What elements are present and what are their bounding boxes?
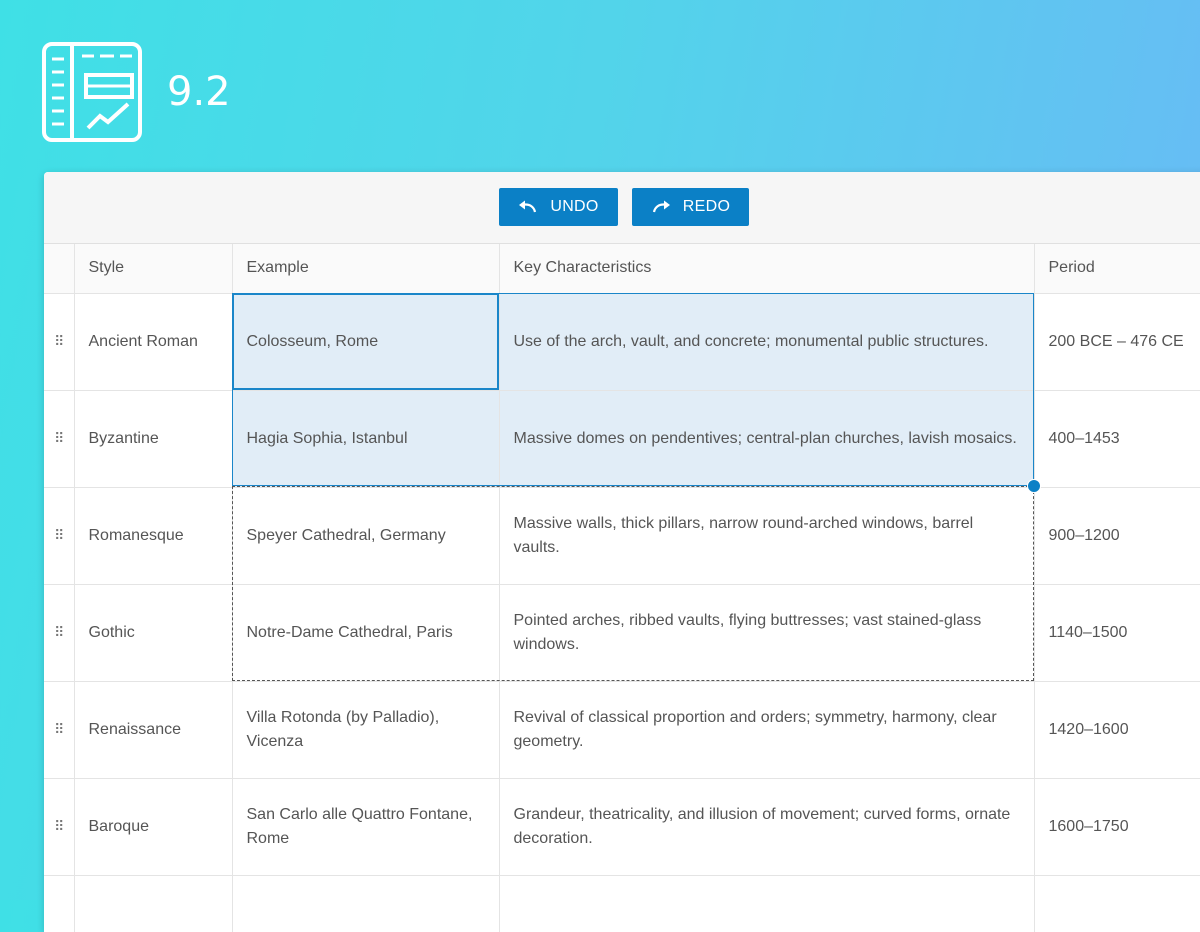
fill-handle[interactable] (1027, 479, 1041, 493)
cell-period[interactable]: 1600–1750 (1034, 778, 1200, 876)
drag-handle-icon: ⠿ (54, 429, 64, 446)
column-header-period[interactable]: Period (1034, 244, 1200, 294)
drag-header (44, 244, 75, 294)
spreadsheet-panel: UNDO REDO Style Example Key Characterist… (44, 172, 1200, 932)
cell-period[interactable]: 200 BCE – 476 CE (1034, 293, 1200, 391)
cell-period[interactable]: 1140–1500 (1034, 584, 1200, 682)
header-row: Style Example Key Characteristics Period (44, 244, 1200, 294)
cell-style[interactable]: Renaissance (74, 681, 233, 779)
cell-style[interactable]: Gothic (74, 584, 233, 682)
undo-button[interactable]: UNDO (499, 188, 618, 226)
cell-example[interactable]: Colosseum, Rome (232, 293, 500, 391)
cell-style[interactable]: Baroque (74, 778, 233, 876)
cell-characteristics[interactable]: Use of the arch, vault, and concrete; mo… (499, 293, 1035, 391)
cell-period[interactable]: 900–1200 (1034, 487, 1200, 585)
redo-icon (652, 200, 670, 213)
cell-characteristics[interactable]: Massive domes on pendentives; central-pl… (499, 390, 1035, 488)
redo-button[interactable]: REDO (632, 188, 749, 226)
cell-style[interactable] (74, 875, 233, 932)
cell-style[interactable]: Byzantine (74, 390, 233, 488)
cell-characteristics[interactable]: Pointed arches, ribbed vaults, flying bu… (499, 584, 1035, 682)
table-row: ⠿ Byzantine Hagia Sophia, Istanbul Massi… (44, 390, 1200, 488)
table-row: ⠿ Ancient Roman Colosseum, Rome Use of t… (44, 293, 1200, 391)
drag-handle-icon: ⠿ (54, 526, 64, 543)
cell-characteristics[interactable]: Grandeur, theatricality, and illusion of… (499, 778, 1035, 876)
undo-icon (519, 200, 537, 213)
cell-characteristics[interactable]: Massive walls, thick pillars, narrow rou… (499, 487, 1035, 585)
table-row (44, 875, 1200, 932)
row-drag-handle[interactable]: ⠿ (44, 778, 75, 876)
version-label: 9.2 (167, 69, 231, 115)
cell-example[interactable] (232, 875, 500, 932)
cell-style[interactable]: Romanesque (74, 487, 233, 585)
table-row: ⠿ Baroque San Carlo alle Quattro Fontane… (44, 778, 1200, 876)
cell-period[interactable]: 1420–1600 (1034, 681, 1200, 779)
spreadsheet-logo-icon (42, 42, 142, 142)
data-grid: Style Example Key Characteristics Period… (44, 244, 1200, 932)
row-drag-handle[interactable]: ⠿ (44, 293, 75, 391)
drag-handle-icon: ⠿ (54, 720, 64, 737)
drag-handle-icon: ⠿ (54, 332, 64, 349)
table-row: ⠿ Romanesque Speyer Cathedral, Germany M… (44, 487, 1200, 585)
cell-style[interactable]: Ancient Roman (74, 293, 233, 391)
row-drag-handle[interactable]: ⠿ (44, 390, 75, 488)
drag-handle-icon: ⠿ (54, 623, 64, 640)
row-drag-handle[interactable]: ⠿ (44, 681, 75, 779)
drag-handle-icon: ⠿ (54, 817, 64, 834)
cell-example[interactable]: Notre-Dame Cathedral, Paris (232, 584, 500, 682)
table-row: ⠿ Renaissance Villa Rotonda (by Palladio… (44, 681, 1200, 779)
cell-example[interactable]: Villa Rotonda (by Palladio), Vicenza (232, 681, 500, 779)
cell-example[interactable]: Hagia Sophia, Istanbul (232, 390, 500, 488)
column-header-style[interactable]: Style (74, 244, 233, 294)
redo-label: REDO (682, 198, 731, 215)
cell-example[interactable]: San Carlo alle Quattro Fontane, Rome (232, 778, 500, 876)
cell-characteristics[interactable]: Revival of classical proportion and orde… (499, 681, 1035, 779)
cell-period[interactable]: 400–1453 (1034, 390, 1200, 488)
toolbar: UNDO REDO (44, 172, 1200, 244)
undo-label: UNDO (550, 198, 599, 215)
row-drag-handle[interactable]: ⠿ (44, 487, 75, 585)
cell-example[interactable]: Speyer Cathedral, Germany (232, 487, 500, 585)
column-header-characteristics[interactable]: Key Characteristics (499, 244, 1035, 294)
cell-characteristics[interactable] (499, 875, 1035, 932)
table-row: ⠿ Gothic Notre-Dame Cathedral, Paris Poi… (44, 584, 1200, 682)
column-header-example[interactable]: Example (232, 244, 500, 294)
cell-period[interactable] (1034, 875, 1200, 932)
row-drag-handle[interactable]: ⠿ (44, 584, 75, 682)
row-drag-handle[interactable] (44, 875, 75, 932)
